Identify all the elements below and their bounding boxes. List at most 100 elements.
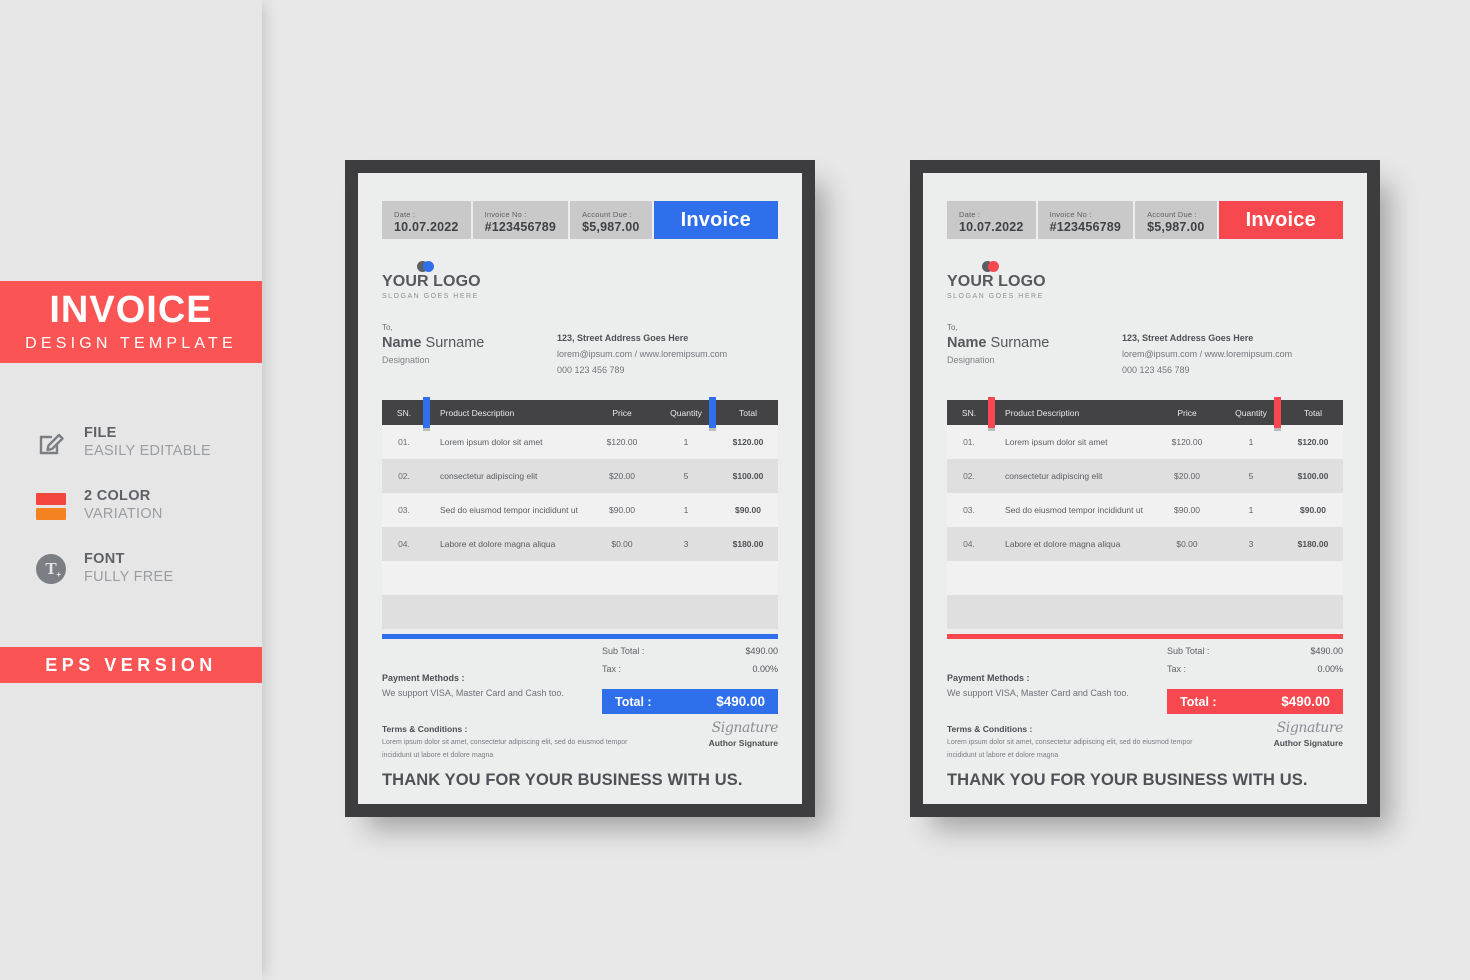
cell-total: $180.00 bbox=[1297, 539, 1329, 550]
cell-price: $90.00 bbox=[1174, 505, 1200, 516]
subtotal-label: Sub Total : bbox=[602, 646, 645, 656]
table-row[interactable]: 01. Lorem ipsum dolor sit amet $120.00 1… bbox=[947, 425, 1343, 460]
meta-value: $5,987.00 bbox=[582, 219, 640, 234]
invoice-sheet-blue[interactable]: Date : 10.07.2022 Invoice No : #12345678… bbox=[345, 160, 815, 817]
ribbon-accent-right bbox=[709, 397, 716, 432]
cell-desc: Labore et dolore magna aliqua bbox=[440, 539, 556, 550]
signature-block: Signature Author Signature bbox=[708, 720, 779, 749]
table-header-row: SN. Product Description Price Quantity T… bbox=[947, 397, 1343, 432]
line-items-table: SN. Product Description Price Quantity T… bbox=[947, 397, 1343, 640]
meta-label: Date : bbox=[394, 209, 416, 219]
cell-desc: Sed do eiusmod tempor incididunt ut bbox=[440, 505, 578, 516]
client-name: Name Surname bbox=[382, 334, 557, 354]
bill-to-label: To, bbox=[947, 323, 958, 332]
subtotal-line: Sub Total : $490.00 bbox=[602, 643, 778, 661]
company-logo: YOUR LOGO SLOGAN GOES HERE bbox=[382, 261, 778, 300]
font-type-icon: T + bbox=[34, 552, 68, 586]
cell-qty: 3 bbox=[683, 539, 689, 550]
logo-name: YOUR LOGO bbox=[382, 273, 481, 290]
cell-qty: 1 bbox=[683, 505, 689, 516]
ribbon-accent-right bbox=[1274, 397, 1281, 432]
cell-total: $180.00 bbox=[732, 539, 764, 550]
tax-label: Tax : bbox=[602, 663, 622, 674]
cell-total: $120.00 bbox=[1297, 437, 1329, 448]
cell-price: $0.00 bbox=[1176, 539, 1198, 550]
meta-label: Account Due : bbox=[1147, 209, 1197, 219]
bill-to-block: To, Name Surname Designation bbox=[947, 322, 1122, 378]
feature-text: FILE EASILY EDITABLE bbox=[84, 425, 211, 460]
client-name-first: Name bbox=[947, 335, 987, 351]
company-logo: YOUR LOGO SLOGAN GOES HERE bbox=[947, 261, 1343, 300]
cell-sn: 03. bbox=[398, 505, 410, 516]
logo-dot-accent bbox=[988, 261, 999, 272]
signature-script: Signature bbox=[711, 720, 779, 736]
grand-total-bar: Total : $490.00 bbox=[602, 689, 778, 715]
invoice-meta-strip: Date : 10.07.2022 Invoice No : #12345678… bbox=[947, 201, 1343, 239]
meta-cell: Date : 10.07.2022 bbox=[382, 201, 471, 239]
table-row[interactable] bbox=[382, 561, 778, 596]
feature-title: FONT bbox=[84, 551, 125, 568]
grand-total-label: Total : bbox=[1180, 694, 1217, 709]
header-total: Total bbox=[1304, 407, 1322, 418]
logo-slogan: SLOGAN GOES HERE bbox=[382, 293, 479, 300]
invoice-page: Date : 10.07.2022 Invoice No : #12345678… bbox=[923, 173, 1367, 804]
meta-value: 10.07.2022 bbox=[394, 219, 459, 234]
feature-item-font: T + FONT FULLY FREE bbox=[34, 541, 254, 597]
table-row[interactable]: 04. Labore et dolore magna aliqua $0.00 … bbox=[382, 527, 778, 562]
feature-text: FONT FULLY FREE bbox=[84, 551, 174, 586]
cell-price: $0.00 bbox=[611, 539, 633, 550]
meta-value: $5,987.00 bbox=[1147, 219, 1205, 234]
sidebar: INVOICE DESIGN TEMPLATE FILE EASILY EDIT… bbox=[0, 0, 262, 980]
payment-text: We support VISA, Master Card and Cash to… bbox=[382, 688, 564, 699]
terms-line-2: incididunt ut labore et dolore magna bbox=[382, 751, 494, 759]
bill-to-block: To, Name Surname Designation bbox=[382, 322, 557, 378]
cell-total: $100.00 bbox=[732, 471, 764, 482]
meta-value: #123456789 bbox=[484, 219, 557, 234]
payment-text: We support VISA, Master Card and Cash to… bbox=[947, 688, 1129, 699]
feature-list: FILE EASILY EDITABLE 2 COLOR VARIATION T… bbox=[34, 415, 254, 604]
table-row[interactable]: 03. Sed do eiusmod tempor incididunt ut … bbox=[382, 493, 778, 528]
cell-desc: consectetur adipiscing elit bbox=[1005, 471, 1103, 482]
cell-price: $20.00 bbox=[1174, 471, 1200, 482]
terms-line-1: Lorem ipsum dolor sit amet, consectetur … bbox=[382, 739, 628, 747]
feature-item-color: 2 COLOR VARIATION bbox=[34, 478, 254, 534]
cell-qty: 5 bbox=[683, 471, 689, 482]
logo-dot-accent bbox=[423, 261, 434, 272]
table-row[interactable]: 03. Sed do eiusmod tempor incididunt ut … bbox=[947, 493, 1343, 528]
cell-desc: Lorem ipsum dolor sit amet bbox=[440, 437, 543, 448]
client-designation: Designation bbox=[382, 354, 430, 365]
table-row[interactable]: 02. consectetur adipiscing elit $20.00 5… bbox=[947, 459, 1343, 494]
canvas: INVOICE DESIGN TEMPLATE FILE EASILY EDIT… bbox=[0, 0, 1470, 980]
cell-sn: 01. bbox=[963, 437, 975, 448]
meta-cell: Invoice No : #123456789 bbox=[472, 201, 569, 239]
table-row[interactable] bbox=[947, 561, 1343, 596]
meta-label: Invoice No : bbox=[1049, 209, 1092, 219]
cell-price: $90.00 bbox=[609, 505, 635, 516]
bill-to-row: To, Name Surname Designation 123, Street… bbox=[382, 322, 778, 378]
banner-subtitle: DESIGN TEMPLATE bbox=[25, 334, 237, 352]
table-row[interactable] bbox=[947, 595, 1343, 630]
table-row[interactable] bbox=[382, 595, 778, 630]
table-row[interactable]: 01. Lorem ipsum dolor sit amet $120.00 1… bbox=[382, 425, 778, 460]
cell-sn: 04. bbox=[963, 539, 975, 550]
eps-version-banner: EPS VERSION bbox=[0, 647, 262, 683]
thank-you-message: THANK YOU FOR YOUR BUSINESS WITH US. bbox=[947, 771, 1308, 789]
address-email-web: lorem@ipsum.com / www.loremipsum.com bbox=[1122, 348, 1293, 359]
table-row[interactable]: 04. Labore et dolore magna aliqua $0.00 … bbox=[947, 527, 1343, 562]
signature-label: Author Signature bbox=[708, 738, 778, 749]
tax-value: 0.00% bbox=[1317, 663, 1343, 674]
logo-mark bbox=[982, 261, 1343, 273]
grand-total-bar: Total : $490.00 bbox=[1167, 689, 1343, 715]
table-row[interactable]: 02. consectetur adipiscing elit $20.00 5… bbox=[382, 459, 778, 494]
payment-methods: Payment Methods : We support VISA, Maste… bbox=[382, 671, 564, 702]
invoice-sheet-red[interactable]: Date : 10.07.2022 Invoice No : #12345678… bbox=[910, 160, 1380, 817]
cell-total: $90.00 bbox=[735, 505, 761, 516]
cell-sn: 03. bbox=[963, 505, 975, 516]
client-designation: Designation bbox=[947, 354, 995, 365]
ribbon-accent-left bbox=[423, 397, 430, 432]
terms-title: Terms & Conditions : bbox=[382, 724, 468, 734]
cell-sn: 04. bbox=[398, 539, 410, 550]
payment-methods: Payment Methods : We support VISA, Maste… bbox=[947, 671, 1129, 702]
subtotal-line: Sub Total : $490.00 bbox=[1167, 643, 1343, 661]
header-price: Price bbox=[1177, 407, 1197, 418]
